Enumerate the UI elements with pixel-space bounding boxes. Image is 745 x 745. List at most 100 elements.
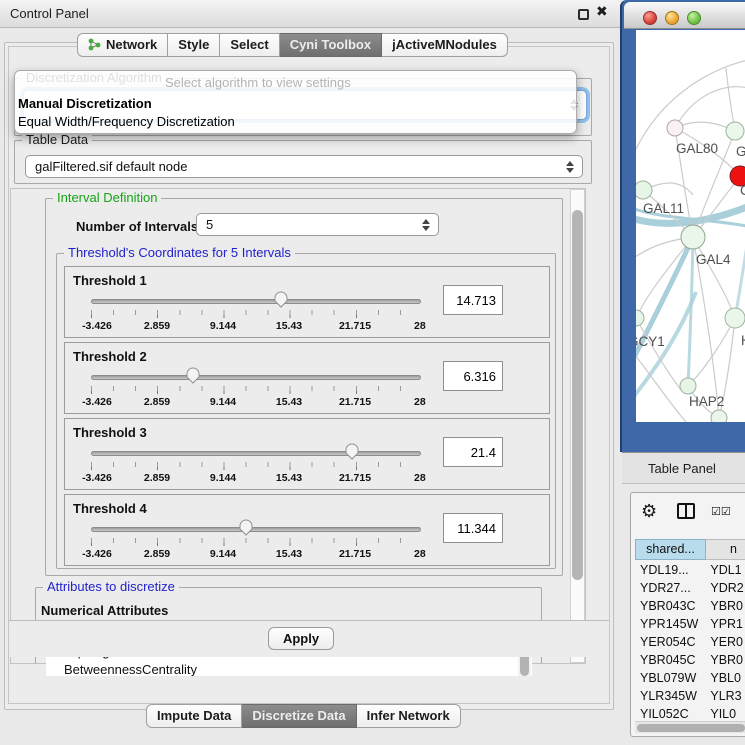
bottom-tab-bar: Impute Data Discretize Data Infer Networ… — [146, 704, 461, 728]
slider-track[interactable] — [91, 451, 421, 456]
threshold-panel: Threshold 1 -3.426 2.859 9.144 15.43 21.… — [64, 266, 550, 338]
apply-row: Apply — [9, 620, 609, 657]
interval-definition-group: Interval Definition Number of Intervals … — [45, 198, 563, 576]
table-row[interactable]: YDL19...YDL1 — [635, 561, 745, 579]
node-label-partial-top: GA — [736, 144, 745, 159]
thresholds-group: Threshold's Coordinates for 5 Intervals … — [56, 253, 556, 569]
zoom-traffic-light-icon[interactable] — [687, 11, 701, 25]
threshold-value-field[interactable] — [443, 285, 503, 315]
table-row[interactable]: YER054CYER0 — [635, 633, 745, 651]
threshold-panel: Threshold 2 -3.426 2.859 9.144 15.43 21.… — [64, 342, 550, 414]
table-row[interactable]: YPR145WYPR1 — [635, 615, 745, 633]
thresholds-group-title: Threshold's Coordinates for 5 Intervals — [64, 245, 295, 260]
threshold-value-field[interactable] — [443, 361, 503, 391]
threshold-panel: Threshold 4 -3.426 2.859 9.144 15.43 21.… — [64, 494, 550, 566]
node-label-gcy1: GCY1 — [636, 334, 665, 349]
node-label-hap2: HAP2 — [689, 394, 724, 409]
table-panel-card: ⚙ ☑☑ shared... n YDL19...YDL1 YDR27...YD… — [630, 492, 745, 737]
network-window-titlebar[interactable] — [624, 2, 745, 29]
number-of-intervals-label: Number of Intervals — [76, 219, 198, 234]
node-right-mid[interactable] — [725, 308, 745, 328]
table-row[interactable]: YLR345WYLR3 — [635, 687, 745, 705]
node-label-gal80: GAL80 — [676, 141, 718, 156]
minimize-traffic-light-icon[interactable] — [665, 11, 679, 25]
node-label-gal4: GAL4 — [696, 252, 731, 267]
node-gal4[interactable] — [681, 225, 705, 249]
slider-thumb-icon[interactable] — [239, 519, 253, 536]
top-tab-bar: Network Style Select Cyni Toolbox jActiv… — [77, 33, 508, 57]
threshold-value-field[interactable] — [443, 513, 503, 543]
gear-icon[interactable]: ⚙ — [641, 501, 657, 522]
table-row[interactable]: YDR27...YDR2 — [635, 579, 745, 597]
list-item[interactable]: BetweennessCentrality — [46, 661, 532, 676]
tab-network[interactable]: Network — [77, 33, 168, 57]
vertical-scrollbar[interactable] — [570, 189, 585, 663]
node-label-gal11: GAL11 — [643, 201, 684, 216]
vertical-scrollbar-thumb[interactable] — [572, 210, 583, 580]
slider-track[interactable] — [91, 527, 421, 532]
number-of-intervals-value: 5 — [206, 217, 213, 232]
table-row[interactable]: YBL079WYBL0 — [635, 669, 745, 687]
threshold-panel: Threshold 3 -3.426 2.859 9.144 15.43 21.… — [64, 418, 550, 490]
threshold-label: Threshold 1 — [73, 273, 147, 288]
stepper-icon — [566, 161, 574, 173]
node-gal11[interactable] — [636, 181, 652, 199]
tab-style[interactable]: Style — [168, 33, 220, 57]
table-row[interactable]: YIL052CYIL0 — [635, 705, 745, 721]
table-row[interactable]: YBR045CYBR0 — [635, 651, 745, 669]
stepper-icon — [422, 219, 430, 231]
node-top-right[interactable] — [726, 122, 744, 140]
table-panel-title: Table Panel — [648, 461, 716, 476]
node-label-partial-mid: C — [740, 183, 745, 198]
tab-infer-network[interactable]: Infer Network — [357, 704, 461, 728]
table-data-value: galFiltered.sif default node — [35, 159, 187, 174]
checkbox-pair-icon[interactable]: ☑☑ — [711, 505, 731, 518]
tab-network-label: Network — [106, 37, 157, 52]
tab-cyni-toolbox[interactable]: Cyni Toolbox — [280, 33, 382, 57]
column-header-shared[interactable]: shared... — [635, 539, 706, 560]
slider-track[interactable] — [91, 299, 421, 304]
algorithm-prompt: Select algorithm to view settings — [165, 75, 351, 90]
tab-select[interactable]: Select — [220, 33, 279, 57]
interval-definition-title: Interval Definition — [53, 190, 161, 205]
close-icon[interactable]: ✖ — [596, 4, 608, 20]
table-data-group: Table Data galFiltered.sif default node — [14, 140, 592, 184]
threshold-slider: -3.426 2.859 9.144 15.43 21.715 28 — [91, 521, 421, 565]
close-traffic-light-icon[interactable] — [643, 11, 657, 25]
slider-track[interactable] — [91, 375, 421, 380]
split-columns-icon[interactable] — [677, 503, 695, 519]
node-bottom[interactable] — [711, 410, 727, 422]
threshold-value-field[interactable] — [443, 437, 503, 467]
number-of-intervals-combobox[interactable]: 5 — [196, 213, 439, 236]
table-data-title: Table Data — [22, 132, 92, 147]
table-header-row: shared... n — [635, 539, 745, 560]
node-hap2[interactable] — [680, 378, 696, 394]
threshold-slider: -3.426 2.859 9.144 15.43 21.715 28 — [91, 369, 421, 413]
table-data-combobox[interactable]: galFiltered.sif default node — [25, 155, 583, 178]
horizontal-scrollbar[interactable] — [635, 721, 745, 733]
threshold-label: Threshold 4 — [73, 501, 147, 516]
network-canvas[interactable]: GAL80 GA C GAL11 GAL4 GCY1 H HAP2 — [636, 30, 745, 422]
tab-impute-data[interactable]: Impute Data — [146, 704, 242, 728]
column-header-name[interactable]: n — [706, 539, 745, 560]
slider-thumb-icon[interactable] — [274, 291, 288, 308]
popup-option-equal-width-frequency[interactable]: Equal Width/Frequency Discretization — [18, 114, 235, 129]
node-gal80[interactable] — [667, 120, 683, 136]
table-panel-header: Table Panel — [622, 452, 745, 484]
control-panel-titlebar: Control Panel ✖ — [0, 0, 620, 28]
popup-option-manual-discretization[interactable]: Manual Discretization — [18, 96, 152, 111]
panel-title: Control Panel — [10, 6, 89, 21]
attributes-group-title: Attributes to discretize — [43, 579, 179, 594]
slider-thumb-icon[interactable] — [345, 443, 359, 460]
apply-button[interactable]: Apply — [268, 627, 334, 650]
float-window-icon[interactable] — [578, 9, 589, 20]
network-icon — [88, 36, 101, 58]
node-gcy1[interactable] — [636, 310, 644, 326]
tab-discretize-data[interactable]: Discretize Data — [242, 704, 356, 728]
slider-thumb-icon[interactable] — [186, 367, 200, 384]
slider-tick-labels: -3.426 2.859 9.144 15.43 21.715 28 — [91, 320, 421, 332]
horizontal-scrollbar-thumb[interactable] — [637, 724, 745, 732]
table-row[interactable]: YBR043CYBR0 — [635, 597, 745, 615]
tab-jactivemnodules[interactable]: jActiveMNodules — [382, 33, 508, 57]
algorithm-dropdown-popup: Select algorithm to view settings Manual… — [14, 70, 577, 134]
